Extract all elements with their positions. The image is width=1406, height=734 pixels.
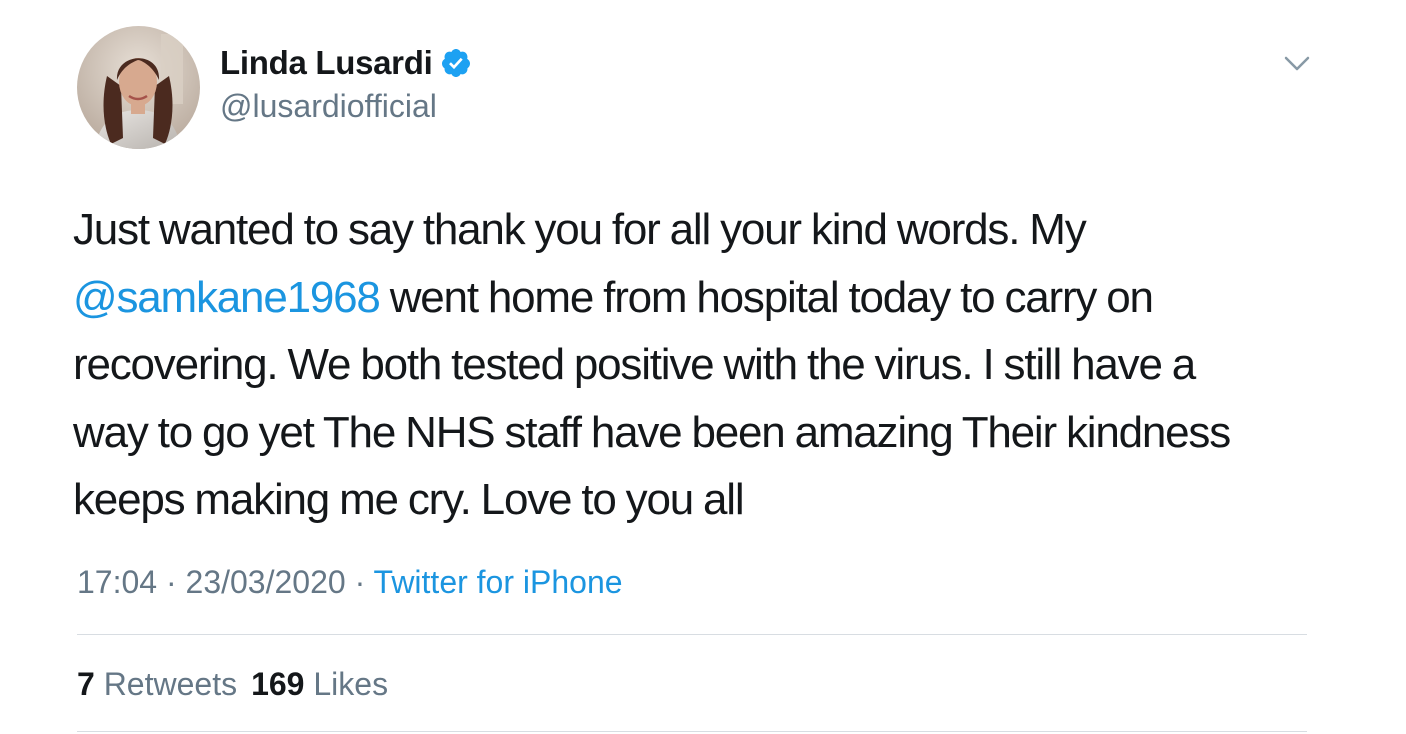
tweet-stats: 7 Retweets 169 Likes [77,666,388,703]
tweet-text-line: keeps making me cry. Love to you all [73,466,1333,534]
tweet-time[interactable]: 17:04 [77,564,157,600]
divider [77,634,1307,635]
mention-link[interactable]: @samkane1968 [73,273,381,322]
tweet-text: Just wanted to say thank you for all you… [73,196,1333,534]
tweet-date[interactable]: 23/03/2020 [186,564,346,600]
tweet-text-line: way to go yet The NHS staff have been am… [73,399,1333,467]
likes-stat[interactable]: 169 Likes [251,666,388,702]
user-handle[interactable]: @lusardiofficial [220,88,437,125]
tweet-text-line: Just wanted to say thank you for all you… [73,196,1333,264]
meta-separator: · [345,564,374,600]
avatar-image [77,26,200,149]
tweet-source-link[interactable]: Twitter for iPhone [374,564,623,600]
likes-count: 169 [251,666,305,702]
divider [77,731,1307,732]
tweet-meta: 17:04 · 23/03/2020 · Twitter for iPhone [77,564,623,601]
tweet-text-segment: way to go yet The NHS staff have been am… [73,407,1231,457]
retweets-label: Retweets [103,666,238,702]
likes-label: Likes [313,666,389,702]
tweet-text-line: @samkane1968 went home from hospital tod… [73,264,1333,332]
tweet-text-segment: Just wanted to say thank you for all you… [73,205,1087,254]
tweet-text-line: recovering. We both tested positive with… [73,331,1333,399]
verified-badge-icon [440,47,472,79]
chevron-down-icon[interactable] [1283,54,1311,74]
meta-separator: · [157,564,186,600]
tweet-text-segment: recovering. We both tested positive with… [73,340,1196,389]
avatar[interactable] [77,26,200,149]
display-name[interactable]: Linda Lusardi [220,44,433,82]
retweets-stat[interactable]: 7 Retweets [77,666,237,702]
tweet-text-segment: went home from hospital today to carry o… [379,272,1154,322]
tweet-text-segment: keeps making me cry. Love to you all [73,475,745,524]
retweets-count: 7 [77,666,95,702]
user-name-row: Linda Lusardi [220,44,472,82]
